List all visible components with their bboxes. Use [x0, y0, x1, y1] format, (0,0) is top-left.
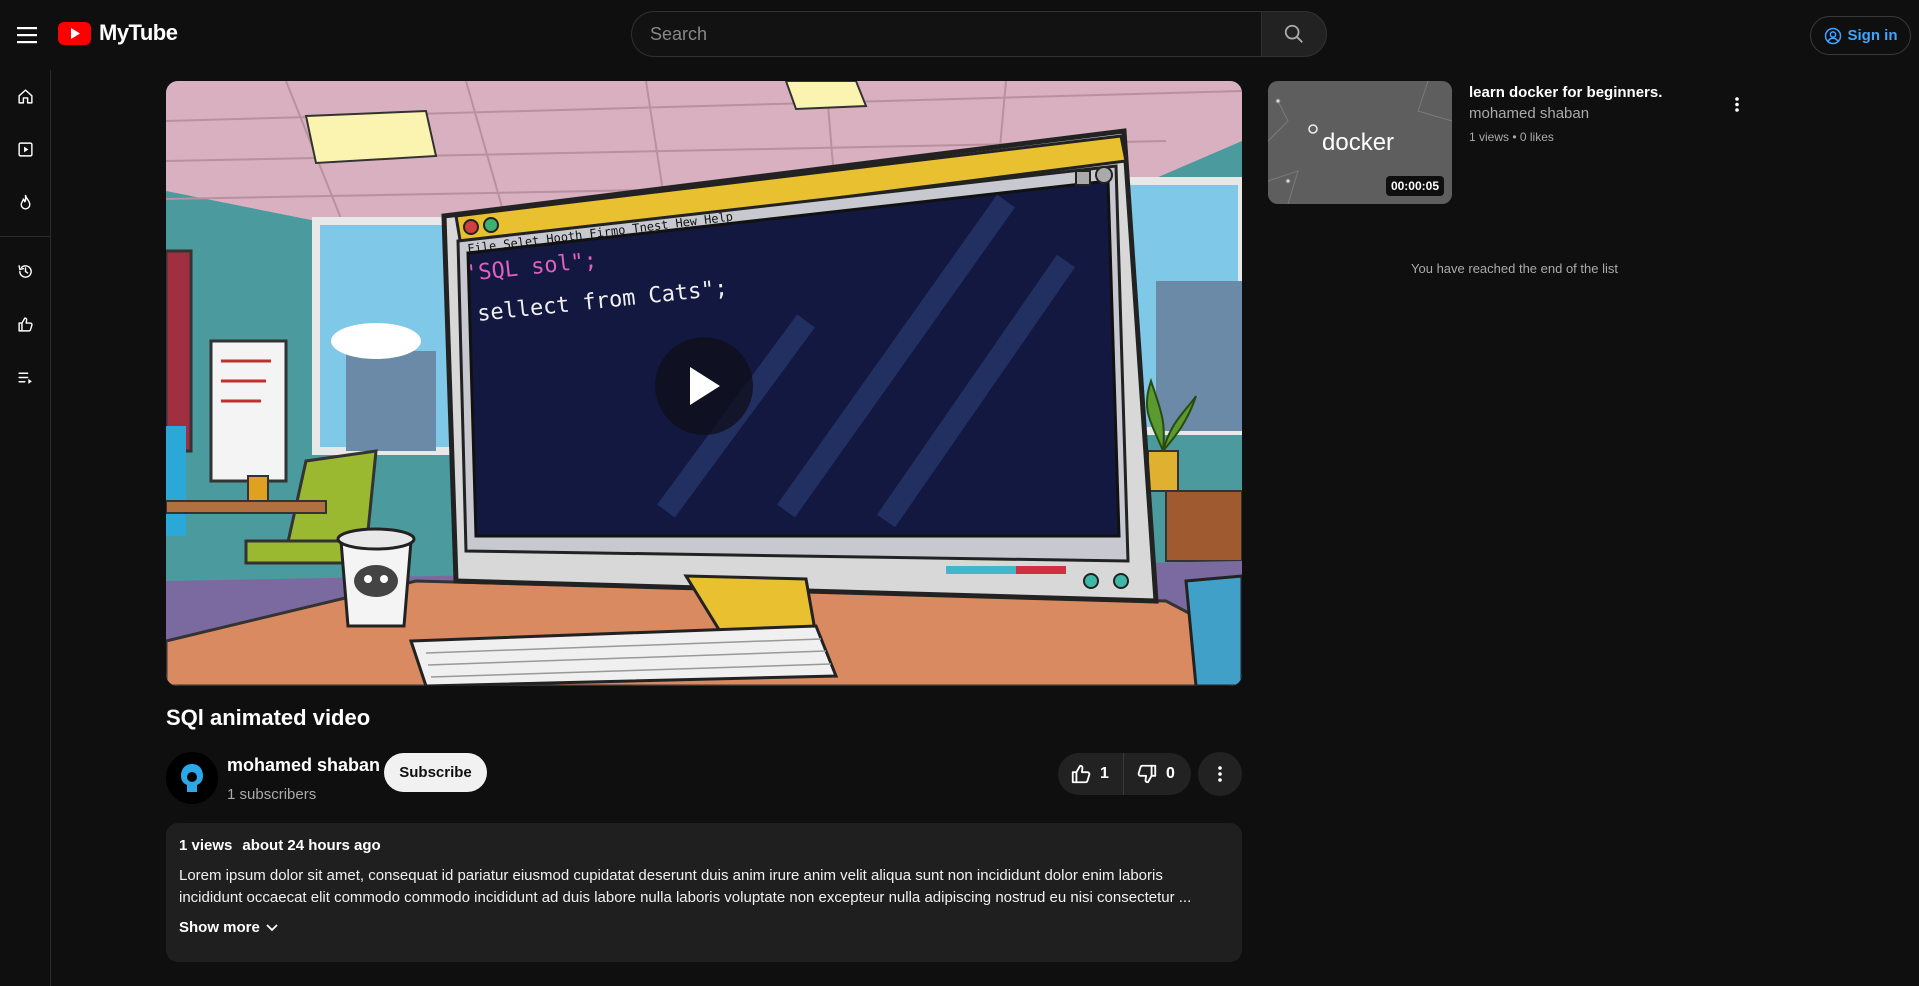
- thumbs-up-icon: [17, 316, 33, 332]
- sign-in-button[interactable]: Sign in: [1810, 16, 1911, 55]
- recommended-channel[interactable]: mohamed shaban: [1469, 105, 1589, 122]
- search-icon: [1284, 24, 1303, 43]
- sidebar-item-playlists[interactable]: [0, 357, 50, 397]
- avatar-icon: [166, 752, 218, 804]
- sidebar-item-liked[interactable]: [0, 304, 50, 344]
- video-player[interactable]: File Selet Hooth Firmo Tnest Hew Help 'S…: [166, 81, 1242, 686]
- search-bar: [631, 11, 1327, 57]
- recommended-more-button[interactable]: [1721, 88, 1753, 120]
- upload-time: about 24 hours ago: [242, 837, 381, 854]
- description-meta: 1 views about 24 hours ago: [179, 837, 1229, 854]
- account-icon: [1824, 27, 1841, 44]
- sidebar-item-subscriptions[interactable]: [0, 129, 50, 169]
- subscriptions-icon: [17, 141, 33, 157]
- description-box[interactable]: 1 views about 24 hours ago Lorem ipsum d…: [166, 823, 1242, 962]
- app-logo[interactable]: MyTube: [58, 20, 178, 46]
- sidebar: [0, 70, 51, 986]
- like-dislike-group: 1 0: [1058, 753, 1191, 795]
- home-icon: [17, 88, 33, 104]
- menu-button[interactable]: [8, 15, 48, 55]
- dislike-count: 0: [1166, 765, 1175, 782]
- video-more-button[interactable]: [1198, 752, 1242, 796]
- history-icon: [17, 264, 32, 278]
- duration-badge: 00:00:05: [1385, 176, 1444, 196]
- trending-icon: [20, 194, 30, 210]
- channel-name[interactable]: mohamed shaban: [227, 755, 380, 776]
- play-icon: [690, 367, 720, 405]
- play-button[interactable]: [655, 337, 753, 435]
- playlist-icon: [17, 372, 32, 384]
- end-of-list-message: You have reached the end of the list: [1411, 261, 1618, 276]
- sidebar-item-trending[interactable]: [0, 182, 50, 222]
- app-name: MyTube: [99, 20, 178, 45]
- sidebar-item-home[interactable]: [0, 76, 50, 116]
- chevron-down-icon: [266, 923, 278, 931]
- channel-avatar[interactable]: [166, 752, 218, 804]
- view-count: 1 views: [179, 837, 233, 854]
- search-input[interactable]: [631, 11, 1261, 57]
- thumbs-up-icon: [1071, 764, 1091, 784]
- play-logo-icon: [58, 21, 91, 45]
- show-more-label: Show more: [179, 919, 260, 936]
- sign-in-label: Sign in: [1847, 27, 1898, 44]
- thumbs-down-icon: [1137, 764, 1157, 784]
- recommended-title[interactable]: learn docker for beginners.: [1469, 84, 1662, 101]
- thumbnail-text: docker: [1322, 129, 1394, 156]
- more-vert-icon: [1218, 766, 1222, 782]
- more-vert-icon: [1735, 96, 1739, 112]
- top-header: MyTube Sign in: [0, 0, 1919, 70]
- like-button[interactable]: 1: [1058, 753, 1124, 795]
- dislike-button[interactable]: 0: [1124, 753, 1190, 795]
- recommended-thumbnail[interactable]: docker 00:00:05: [1268, 81, 1452, 204]
- sidebar-divider: [0, 236, 50, 237]
- show-more-button[interactable]: Show more: [179, 919, 278, 936]
- description-text: Lorem ipsum dolor sit amet, consequat id…: [179, 867, 1192, 906]
- sidebar-item-history[interactable]: [0, 251, 50, 291]
- subscriber-count: 1 subscribers: [227, 786, 317, 803]
- video-title: SQl animated video: [166, 705, 371, 730]
- hamburger-icon: [17, 27, 37, 44]
- subscribe-button[interactable]: Subscribe: [384, 753, 487, 792]
- search-button[interactable]: [1261, 11, 1327, 57]
- recommended-video[interactable]: docker 00:00:05 learn docker for beginne…: [1268, 81, 1768, 204]
- like-count: 1: [1100, 765, 1109, 782]
- recommended-stats: 1 views • 0 likes: [1469, 130, 1554, 144]
